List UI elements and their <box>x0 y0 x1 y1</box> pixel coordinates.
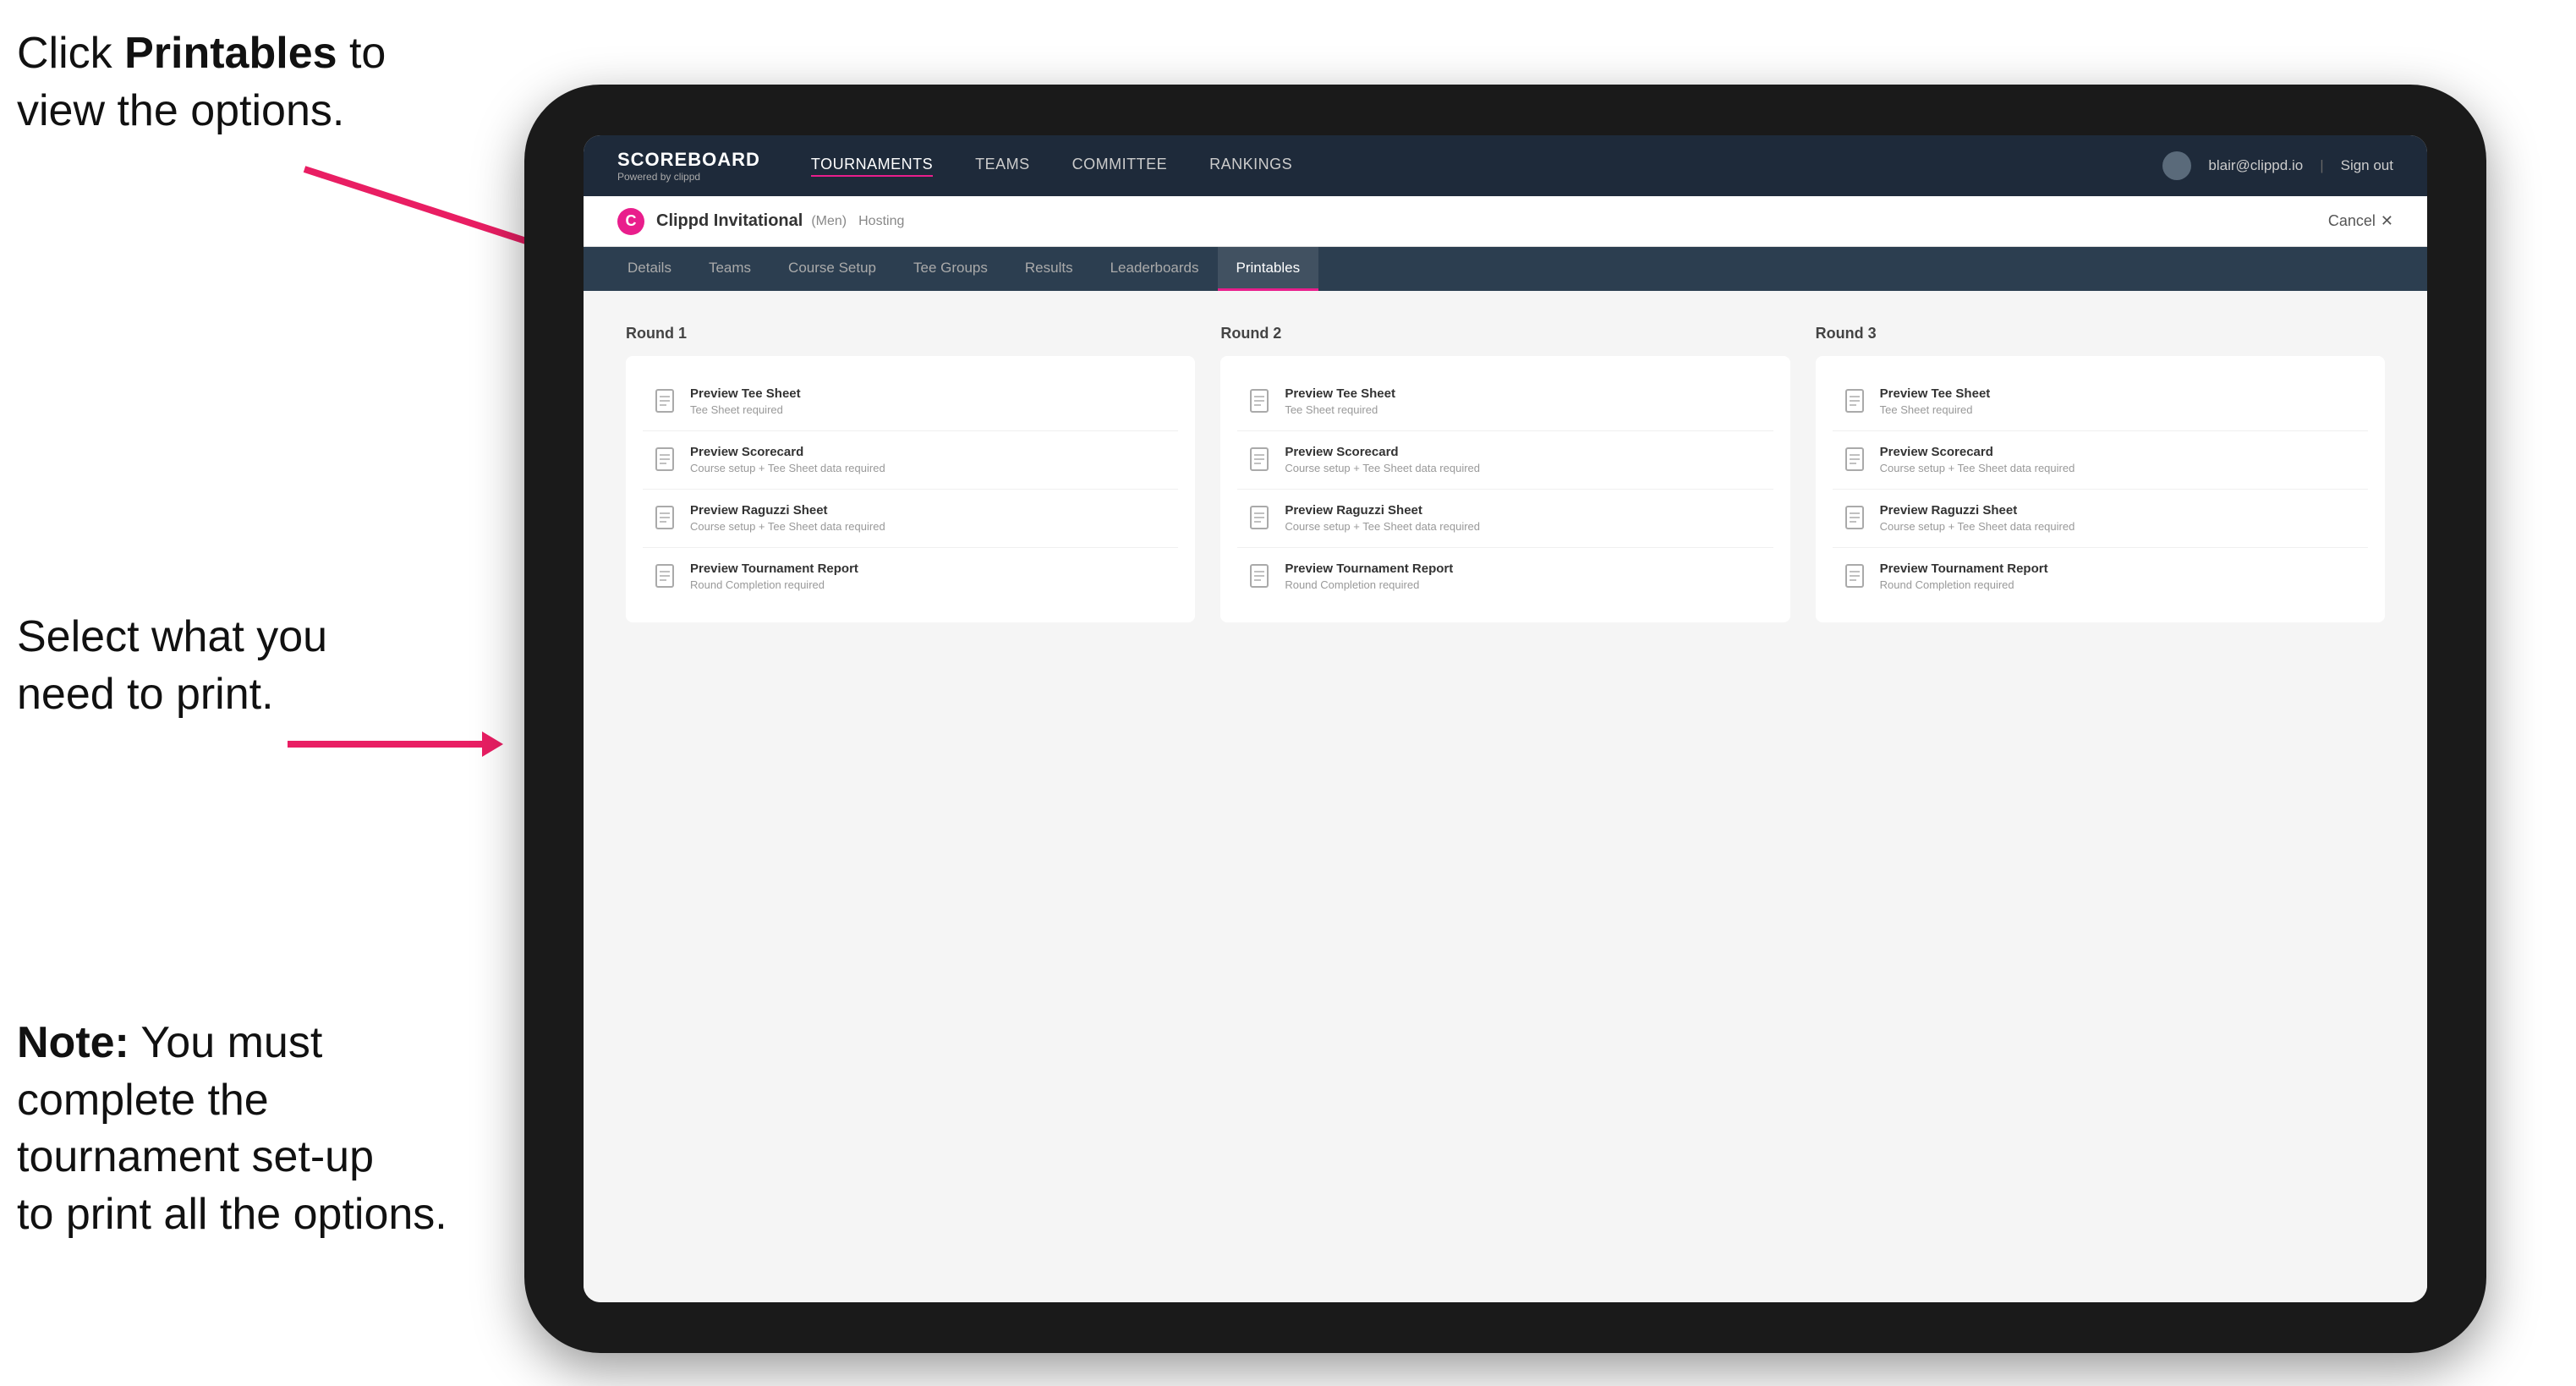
tournament-name: Clippd Invitational <box>656 211 803 231</box>
printables-bold: Printables <box>124 29 337 78</box>
document-icon <box>655 388 678 417</box>
tournament-hosting: Hosting <box>858 214 904 229</box>
tab-tee-groups[interactable]: Tee Groups <box>895 247 1006 291</box>
round-1-card: Preview Tee Sheet Tee Sheet required <box>626 356 1195 622</box>
document-icon <box>655 505 678 534</box>
round2-scorecard[interactable]: Preview Scorecard Course setup + Tee She… <box>1237 431 1773 490</box>
round2-raguzzi[interactable]: Preview Raguzzi Sheet Course setup + Tee… <box>1237 490 1773 548</box>
tab-leaderboards[interactable]: Leaderboards <box>1092 247 1218 291</box>
round3-tee-sheet[interactable]: Preview Tee Sheet Tee Sheet required <box>1833 373 2368 431</box>
main-content: Round 1 Preview Tee Sheet Tee S <box>584 291 2427 1302</box>
round3-scorecard[interactable]: Preview Scorecard Course setup + Tee She… <box>1833 431 2368 490</box>
top-nav-links: TOURNAMENTS TEAMS COMMITTEE RANKINGS <box>811 156 2163 177</box>
round3-tournament-report[interactable]: Preview Tournament Report Round Completi… <box>1833 548 2368 605</box>
document-icon <box>1844 388 1868 417</box>
round-2-section: Round 2 Preview Tee Sheet Tee S <box>1220 325 1789 622</box>
document-icon <box>655 563 678 592</box>
round1-tee-sheet[interactable]: Preview Tee Sheet Tee Sheet required <box>643 373 1178 431</box>
tab-results[interactable]: Results <box>1006 247 1092 291</box>
tournament-logo: C <box>617 208 644 235</box>
user-avatar <box>2162 151 2191 180</box>
nav-link-teams[interactable]: TEAMS <box>975 156 1030 177</box>
round1-raguzzi[interactable]: Preview Raguzzi Sheet Course setup + Tee… <box>643 490 1178 548</box>
tabs-bar: Details Teams Course Setup Tee Groups Re… <box>584 247 2427 291</box>
scoreboard-title: SCOREBOARD <box>617 149 760 171</box>
tablet-device: SCOREBOARD Powered by clippd TOURNAMENTS… <box>524 85 2486 1353</box>
round1-tournament-report[interactable]: Preview Tournament Report Round Completi… <box>643 548 1178 605</box>
tournament-division: (Men) <box>811 214 847 229</box>
document-icon <box>1249 505 1273 534</box>
instruction-bottom: Note: You mustcomplete thetournament set… <box>17 1015 447 1243</box>
round-2-label: Round 2 <box>1220 325 1789 342</box>
document-icon <box>1249 563 1273 592</box>
round-3-label: Round 3 <box>1816 325 2385 342</box>
round1-scorecard[interactable]: Preview Scorecard Course setup + Tee She… <box>643 431 1178 490</box>
round-1-section: Round 1 Preview Tee Sheet Tee S <box>626 325 1195 622</box>
round2-tournament-report[interactable]: Preview Tournament Report Round Completi… <box>1237 548 1773 605</box>
nav-link-committee[interactable]: COMMITTEE <box>1072 156 1168 177</box>
cancel-x-icon: ✕ <box>2381 212 2393 230</box>
user-email: blair@clippd.io <box>2208 157 2303 174</box>
document-icon <box>1249 388 1273 417</box>
round-3-section: Round 3 Preview Tee Sheet Tee S <box>1816 325 2385 622</box>
tab-course-setup[interactable]: Course Setup <box>770 247 895 291</box>
scoreboard-logo: SCOREBOARD Powered by clippd <box>617 149 760 183</box>
instruction-top: Click Printables toview the options. <box>17 25 386 140</box>
document-icon <box>1844 563 1868 592</box>
round-3-card: Preview Tee Sheet Tee Sheet required <box>1816 356 2385 622</box>
nav-link-tournaments[interactable]: TOURNAMENTS <box>811 156 933 177</box>
round3-raguzzi[interactable]: Preview Raguzzi Sheet Course setup + Tee… <box>1833 490 2368 548</box>
top-nav: SCOREBOARD Powered by clippd TOURNAMENTS… <box>584 135 2427 196</box>
document-icon <box>1844 446 1868 475</box>
tournament-bar: C Clippd Invitational (Men) Hosting Canc… <box>584 196 2427 247</box>
tab-details[interactable]: Details <box>609 247 690 291</box>
cancel-button[interactable]: Cancel ✕ <box>2328 212 2393 230</box>
tab-teams[interactable]: Teams <box>690 247 770 291</box>
separator: | <box>2320 157 2323 174</box>
rounds-container: Round 1 Preview Tee Sheet Tee S <box>626 325 2385 622</box>
nav-link-rankings[interactable]: RANKINGS <box>1209 156 1292 177</box>
round2-tee-sheet[interactable]: Preview Tee Sheet Tee Sheet required <box>1237 373 1773 431</box>
round-1-label: Round 1 <box>626 325 1195 342</box>
top-nav-right: blair@clippd.io | Sign out <box>2162 151 2393 180</box>
document-icon <box>655 446 678 475</box>
arrow-middle-icon <box>237 702 507 786</box>
sign-out-link[interactable]: Sign out <box>2341 157 2393 174</box>
scoreboard-sub: Powered by clippd <box>617 171 760 183</box>
document-icon <box>1249 446 1273 475</box>
document-icon <box>1844 505 1868 534</box>
tablet-screen: SCOREBOARD Powered by clippd TOURNAMENTS… <box>584 135 2427 1302</box>
round-2-card: Preview Tee Sheet Tee Sheet required <box>1220 356 1789 622</box>
tab-printables[interactable]: Printables <box>1218 247 1319 291</box>
